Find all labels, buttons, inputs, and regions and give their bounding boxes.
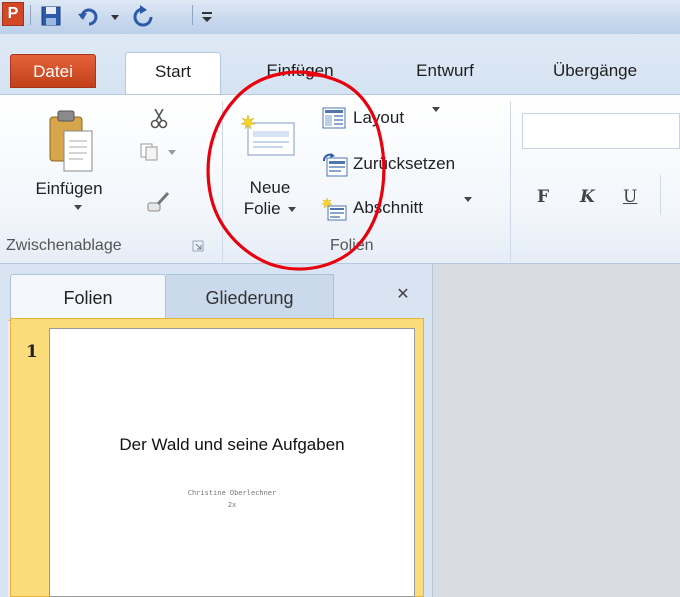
section-dropdown-icon[interactable] [464, 197, 472, 202]
dialog-launcher-icon[interactable] [192, 240, 204, 252]
tab-file[interactable]: Datei [10, 54, 96, 88]
powerpoint-app-icon[interactable]: P [2, 2, 24, 26]
ribbon: Einfügen Zwischenablage Neue Folie Layou… [0, 94, 680, 264]
copy-icon[interactable] [140, 143, 180, 161]
layout-icon [322, 107, 346, 129]
layout-label: Layout [353, 108, 405, 127]
tab-transitions[interactable]: Übergänge [525, 52, 665, 90]
new-slide-label-line1: Neue [249, 178, 291, 197]
font-name-field[interactable] [522, 113, 680, 149]
paste-button-label[interactable]: Einfügen [4, 179, 134, 199]
customize-qat-icon[interactable] [200, 4, 214, 28]
slide-author: Christine Oberlechner [187, 489, 277, 497]
slide-number: 1 [26, 342, 38, 362]
tab-slides[interactable]: Folien [10, 274, 166, 320]
section-icon [322, 197, 347, 221]
quick-access-toolbar: P [0, 0, 680, 34]
new-slide-button[interactable]: Neue Folie [230, 177, 310, 219]
tab-outline[interactable]: Gliederung [166, 274, 334, 320]
tab-design[interactable]: Entwurf [395, 52, 495, 90]
slide-thumbnail[interactable]: Der Wald und seine Aufgaben Christine Ob… [49, 328, 415, 597]
slide-subtitle: Christine Oberlechner 2x [50, 487, 414, 511]
slide-class: 2x [227, 501, 237, 509]
save-icon[interactable] [40, 4, 62, 28]
scissors-icon[interactable] [150, 109, 168, 129]
slide-title: Der Wald und seine Aufgaben [119, 435, 345, 454]
undo-icon[interactable] [77, 4, 99, 28]
format-painter-icon[interactable] [146, 191, 170, 213]
group-separator [510, 101, 511, 261]
section-label: Abschnitt [353, 198, 423, 217]
tab-start[interactable]: Start [125, 52, 221, 94]
reset-button[interactable]: Zurücksetzen [322, 151, 502, 177]
new-slide-dropdown-icon[interactable] [288, 207, 297, 213]
tab-insert[interactable]: Einfügen [240, 52, 360, 90]
slide-editing-area[interactable] [432, 264, 680, 597]
reset-slide-icon [323, 153, 348, 177]
qat-separator [192, 5, 193, 25]
group-separator [222, 101, 223, 261]
slides-group-label: Folien [330, 237, 374, 254]
layout-button[interactable]: Layout [322, 105, 462, 131]
reset-label: Zurücksetzen [353, 154, 456, 173]
undo-dropdown-icon[interactable] [110, 4, 120, 28]
new-slide-label-text: Folie [243, 199, 281, 218]
underline-button[interactable]: U [623, 187, 637, 207]
layout-dropdown-icon[interactable] [432, 107, 440, 112]
italic-button[interactable]: K [580, 187, 595, 207]
close-pane-icon[interactable]: ✕ [395, 286, 411, 302]
clipboard-group-label: Zwischenablage [6, 237, 122, 254]
redo-icon[interactable] [132, 4, 154, 28]
new-slide-label-line2: Folie [230, 198, 310, 219]
paste-dropdown-icon[interactable] [74, 205, 82, 210]
format-separator [660, 175, 661, 215]
qat-separator [30, 5, 31, 25]
bold-button[interactable]: F [537, 187, 549, 207]
ribbon-tab-bar: Datei Start Einfügen Entwurf Übergänge [0, 34, 680, 94]
new-slide-icon[interactable] [240, 113, 296, 157]
section-button[interactable]: Abschnitt [322, 195, 482, 221]
paste-icon[interactable] [48, 109, 94, 173]
